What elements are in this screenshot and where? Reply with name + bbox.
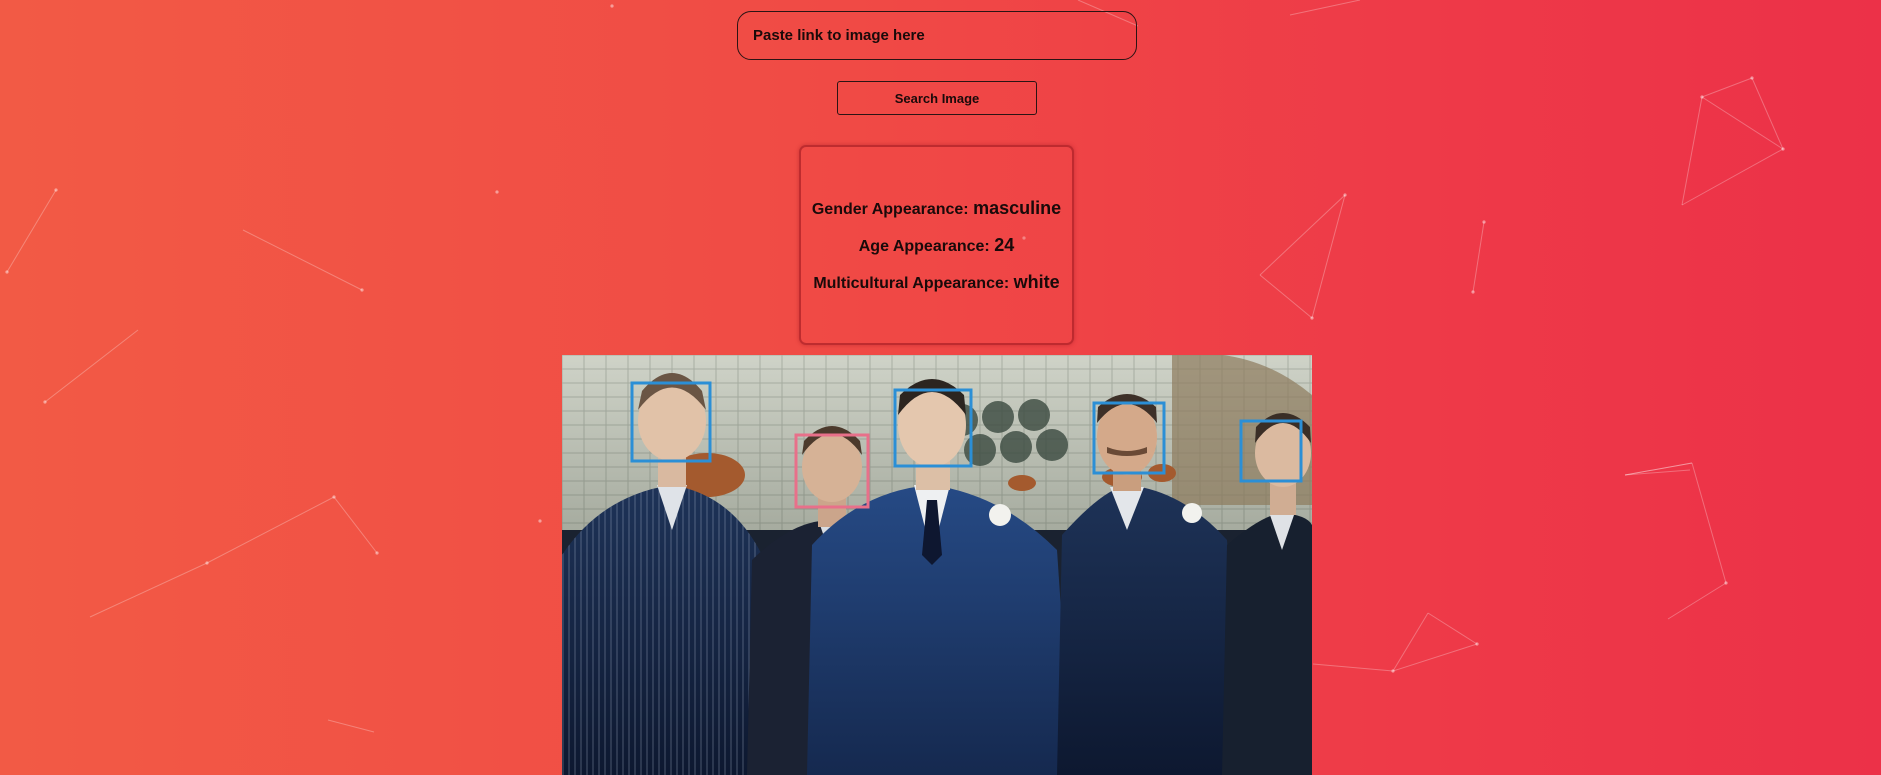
search-image-button[interactable]: Search Image <box>837 81 1037 115</box>
gender-appearance-label: Gender Appearance: <box>811 200 969 218</box>
gender-appearance-value: masculine <box>973 197 1062 218</box>
age-appearance-value: 24 <box>994 234 1015 255</box>
age-appearance-row: Age Appearance: 24 <box>859 235 1014 256</box>
analyzed-photo <box>562 355 1312 775</box>
multicultural-appearance-row: Multicultural Appearance: white <box>813 272 1059 293</box>
image-url-input[interactable] <box>737 11 1137 60</box>
multicultural-appearance-value: white <box>1013 271 1060 292</box>
gender-appearance-row: Gender Appearance: masculine <box>812 198 1061 219</box>
multicultural-appearance-label: Multicultural Appearance: <box>813 274 1010 292</box>
group-photo-illustration <box>562 355 1312 775</box>
age-appearance-label: Age Appearance: <box>858 237 990 255</box>
analysis-result-card: Gender Appearance: masculine Age Appeara… <box>799 145 1074 345</box>
